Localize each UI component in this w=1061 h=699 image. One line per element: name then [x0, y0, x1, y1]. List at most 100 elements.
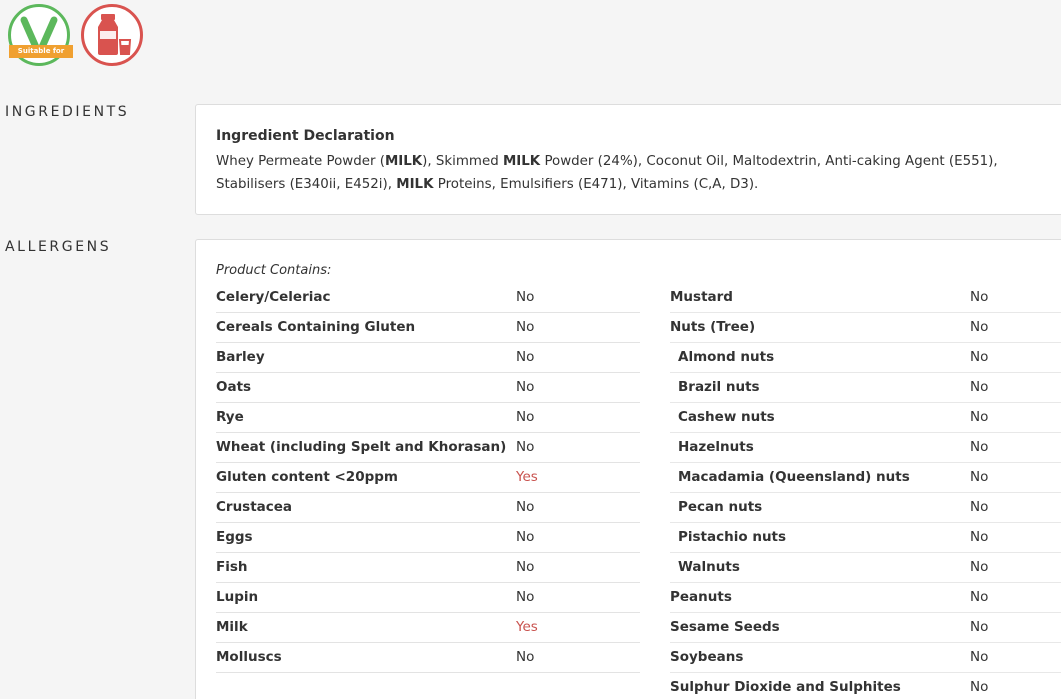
- allergen-row: Hazelnuts No: [670, 433, 1061, 463]
- allergen-name: Oats: [216, 379, 252, 395]
- allergen-value: Yes: [516, 619, 538, 635]
- allergen-value: No: [516, 409, 535, 425]
- allergen-row: Peanuts No: [670, 583, 1061, 613]
- product-page: Suitable for INGREDIENTS Ingredient Decl…: [0, 0, 1061, 699]
- allergen-value: No: [970, 589, 989, 605]
- allergens-left-column: Celery/Celeriac No Cereals Containing Glut…: [216, 283, 640, 673]
- allergen-value: No: [970, 619, 989, 635]
- ingredients-panel: Ingredient Declaration Whey Permeate Pow…: [195, 104, 1061, 215]
- allergen-row: Cashew nuts No: [670, 403, 1061, 433]
- ingredients-section-label: INGREDIENTS: [5, 104, 130, 120]
- ingredient-text-segment: Proteins, Emulsifiers (E471), Vitamins (…: [433, 177, 759, 192]
- allergen-name: Sulphur Dioxide and Sulphites: [670, 679, 901, 695]
- allergen-name: Lupin: [216, 589, 259, 605]
- allergen-row: Brazil nuts No: [670, 373, 1061, 403]
- allergen-value: No: [970, 409, 989, 425]
- allergen-value: No: [516, 589, 535, 605]
- allergen-name: Fish: [216, 559, 248, 575]
- allergen-name: Nuts (Tree): [670, 319, 756, 335]
- allergen-value: No: [970, 559, 989, 575]
- allergen-highlight: MILK: [396, 177, 434, 192]
- allergen-row: Soybeans No: [670, 643, 1061, 673]
- allergen-row: Macadamia (Queensland) nuts No: [670, 463, 1061, 493]
- allergen-row: Crustacea No: [216, 493, 640, 523]
- allergen-row: Gluten content <20ppm Yes: [216, 463, 640, 493]
- allergen-row: Wheat (including Spelt and Khorasan) No: [216, 433, 640, 463]
- allergen-row: Pecan nuts No: [670, 493, 1061, 523]
- allergen-row: Molluscs No: [216, 643, 640, 673]
- allergen-row: Celery/Celeriac No: [216, 283, 640, 313]
- allergens-panel: Product Contains: Celery/Celeriac No Cerea…: [195, 239, 1061, 699]
- allergen-value: No: [970, 349, 989, 365]
- allergen-row: Walnuts No: [670, 553, 1061, 583]
- allergen-name: Brazil nuts: [678, 379, 760, 395]
- allergen-value: No: [516, 439, 535, 455]
- allergen-value: No: [516, 499, 535, 515]
- allergen-value: No: [516, 559, 535, 575]
- allergen-row: Mustard No: [670, 283, 1061, 313]
- allergen-row: Sesame Seeds No: [670, 613, 1061, 643]
- allergen-value: No: [516, 529, 535, 545]
- allergen-name: Crustacea: [216, 499, 293, 515]
- allergen-name: Pistachio nuts: [678, 529, 787, 545]
- milk-badge: [81, 4, 143, 66]
- allergen-row: Oats No: [216, 373, 640, 403]
- allergen-row: Barley No: [216, 343, 640, 373]
- allergen-name: Soybeans: [670, 649, 744, 665]
- allergen-value: No: [970, 649, 989, 665]
- allergen-value: No: [970, 379, 989, 395]
- allergen-name: Cashew nuts: [678, 409, 775, 425]
- ingredient-declaration-text: Whey Permeate Powder (MILK), Skimmed MIL…: [216, 150, 1061, 196]
- suitable-for-label: Suitable for: [9, 45, 73, 58]
- allergen-name: Hazelnuts: [678, 439, 754, 455]
- allergen-value: No: [516, 349, 535, 365]
- allergen-value: No: [970, 499, 989, 515]
- allergen-value: No: [516, 649, 535, 665]
- allergen-name: Wheat (including Spelt and Khorasan): [216, 439, 507, 455]
- allergen-name: Celery/Celeriac: [216, 289, 331, 305]
- allergen-row: Cereals Containing Gluten No: [216, 313, 640, 343]
- milk-bottle-icon: [98, 14, 132, 55]
- allergen-value: No: [970, 469, 989, 485]
- allergen-name: Milk: [216, 619, 248, 635]
- allergen-name: Eggs: [216, 529, 253, 545]
- allergen-value: No: [516, 289, 535, 305]
- allergen-name: Peanuts: [670, 589, 732, 605]
- vegetarian-badge: Suitable for: [8, 4, 73, 66]
- ingredient-declaration-title: Ingredient Declaration: [216, 128, 395, 144]
- allergen-name: Pecan nuts: [678, 499, 763, 515]
- product-contains-label: Product Contains:: [216, 263, 332, 278]
- allergen-value: Yes: [516, 469, 538, 485]
- allergen-value: No: [970, 289, 989, 305]
- allergen-name: Walnuts: [678, 559, 740, 575]
- allergen-row: Milk Yes: [216, 613, 640, 643]
- allergen-value: No: [970, 439, 989, 455]
- allergen-row: Fish No: [216, 553, 640, 583]
- allergen-value: No: [970, 529, 989, 545]
- allergen-name: Macadamia (Queensland) nuts: [678, 469, 910, 485]
- allergen-highlight: MILK: [384, 154, 423, 169]
- allergen-name: Mustard: [670, 289, 733, 305]
- allergen-name: Rye: [216, 409, 244, 425]
- allergen-row: Pistachio nuts No: [670, 523, 1061, 553]
- allergen-row: Sulphur Dioxide and Sulphites No: [670, 673, 1061, 699]
- allergen-highlight: MILK: [502, 154, 541, 169]
- ingredient-text-segment: ), Skimmed: [422, 154, 503, 169]
- allergen-row: Eggs No: [216, 523, 640, 553]
- allergen-name: Sesame Seeds: [670, 619, 780, 635]
- allergen-row: Nuts (Tree) No: [670, 313, 1061, 343]
- allergen-value: No: [970, 319, 989, 335]
- ingredient-text-segment: Whey Permeate Powder (: [216, 154, 385, 169]
- allergen-name: Cereals Containing Gluten: [216, 319, 416, 335]
- allergens-section-label: ALLERGENS: [5, 239, 112, 255]
- allergen-value: No: [516, 379, 535, 395]
- allergen-name: Almond nuts: [678, 349, 775, 365]
- allergen-name: Gluten content <20ppm: [216, 469, 398, 485]
- allergen-name: Barley: [216, 349, 265, 365]
- allergen-row: Lupin No: [216, 583, 640, 613]
- allergens-right-column: Mustard No Nuts (Tree) No Almond nuts No Brazi…: [670, 283, 1061, 699]
- allergen-name: Molluscs: [216, 649, 282, 665]
- allergen-value: No: [970, 679, 989, 695]
- allergen-value: No: [516, 319, 535, 335]
- allergen-row: Almond nuts No: [670, 343, 1061, 373]
